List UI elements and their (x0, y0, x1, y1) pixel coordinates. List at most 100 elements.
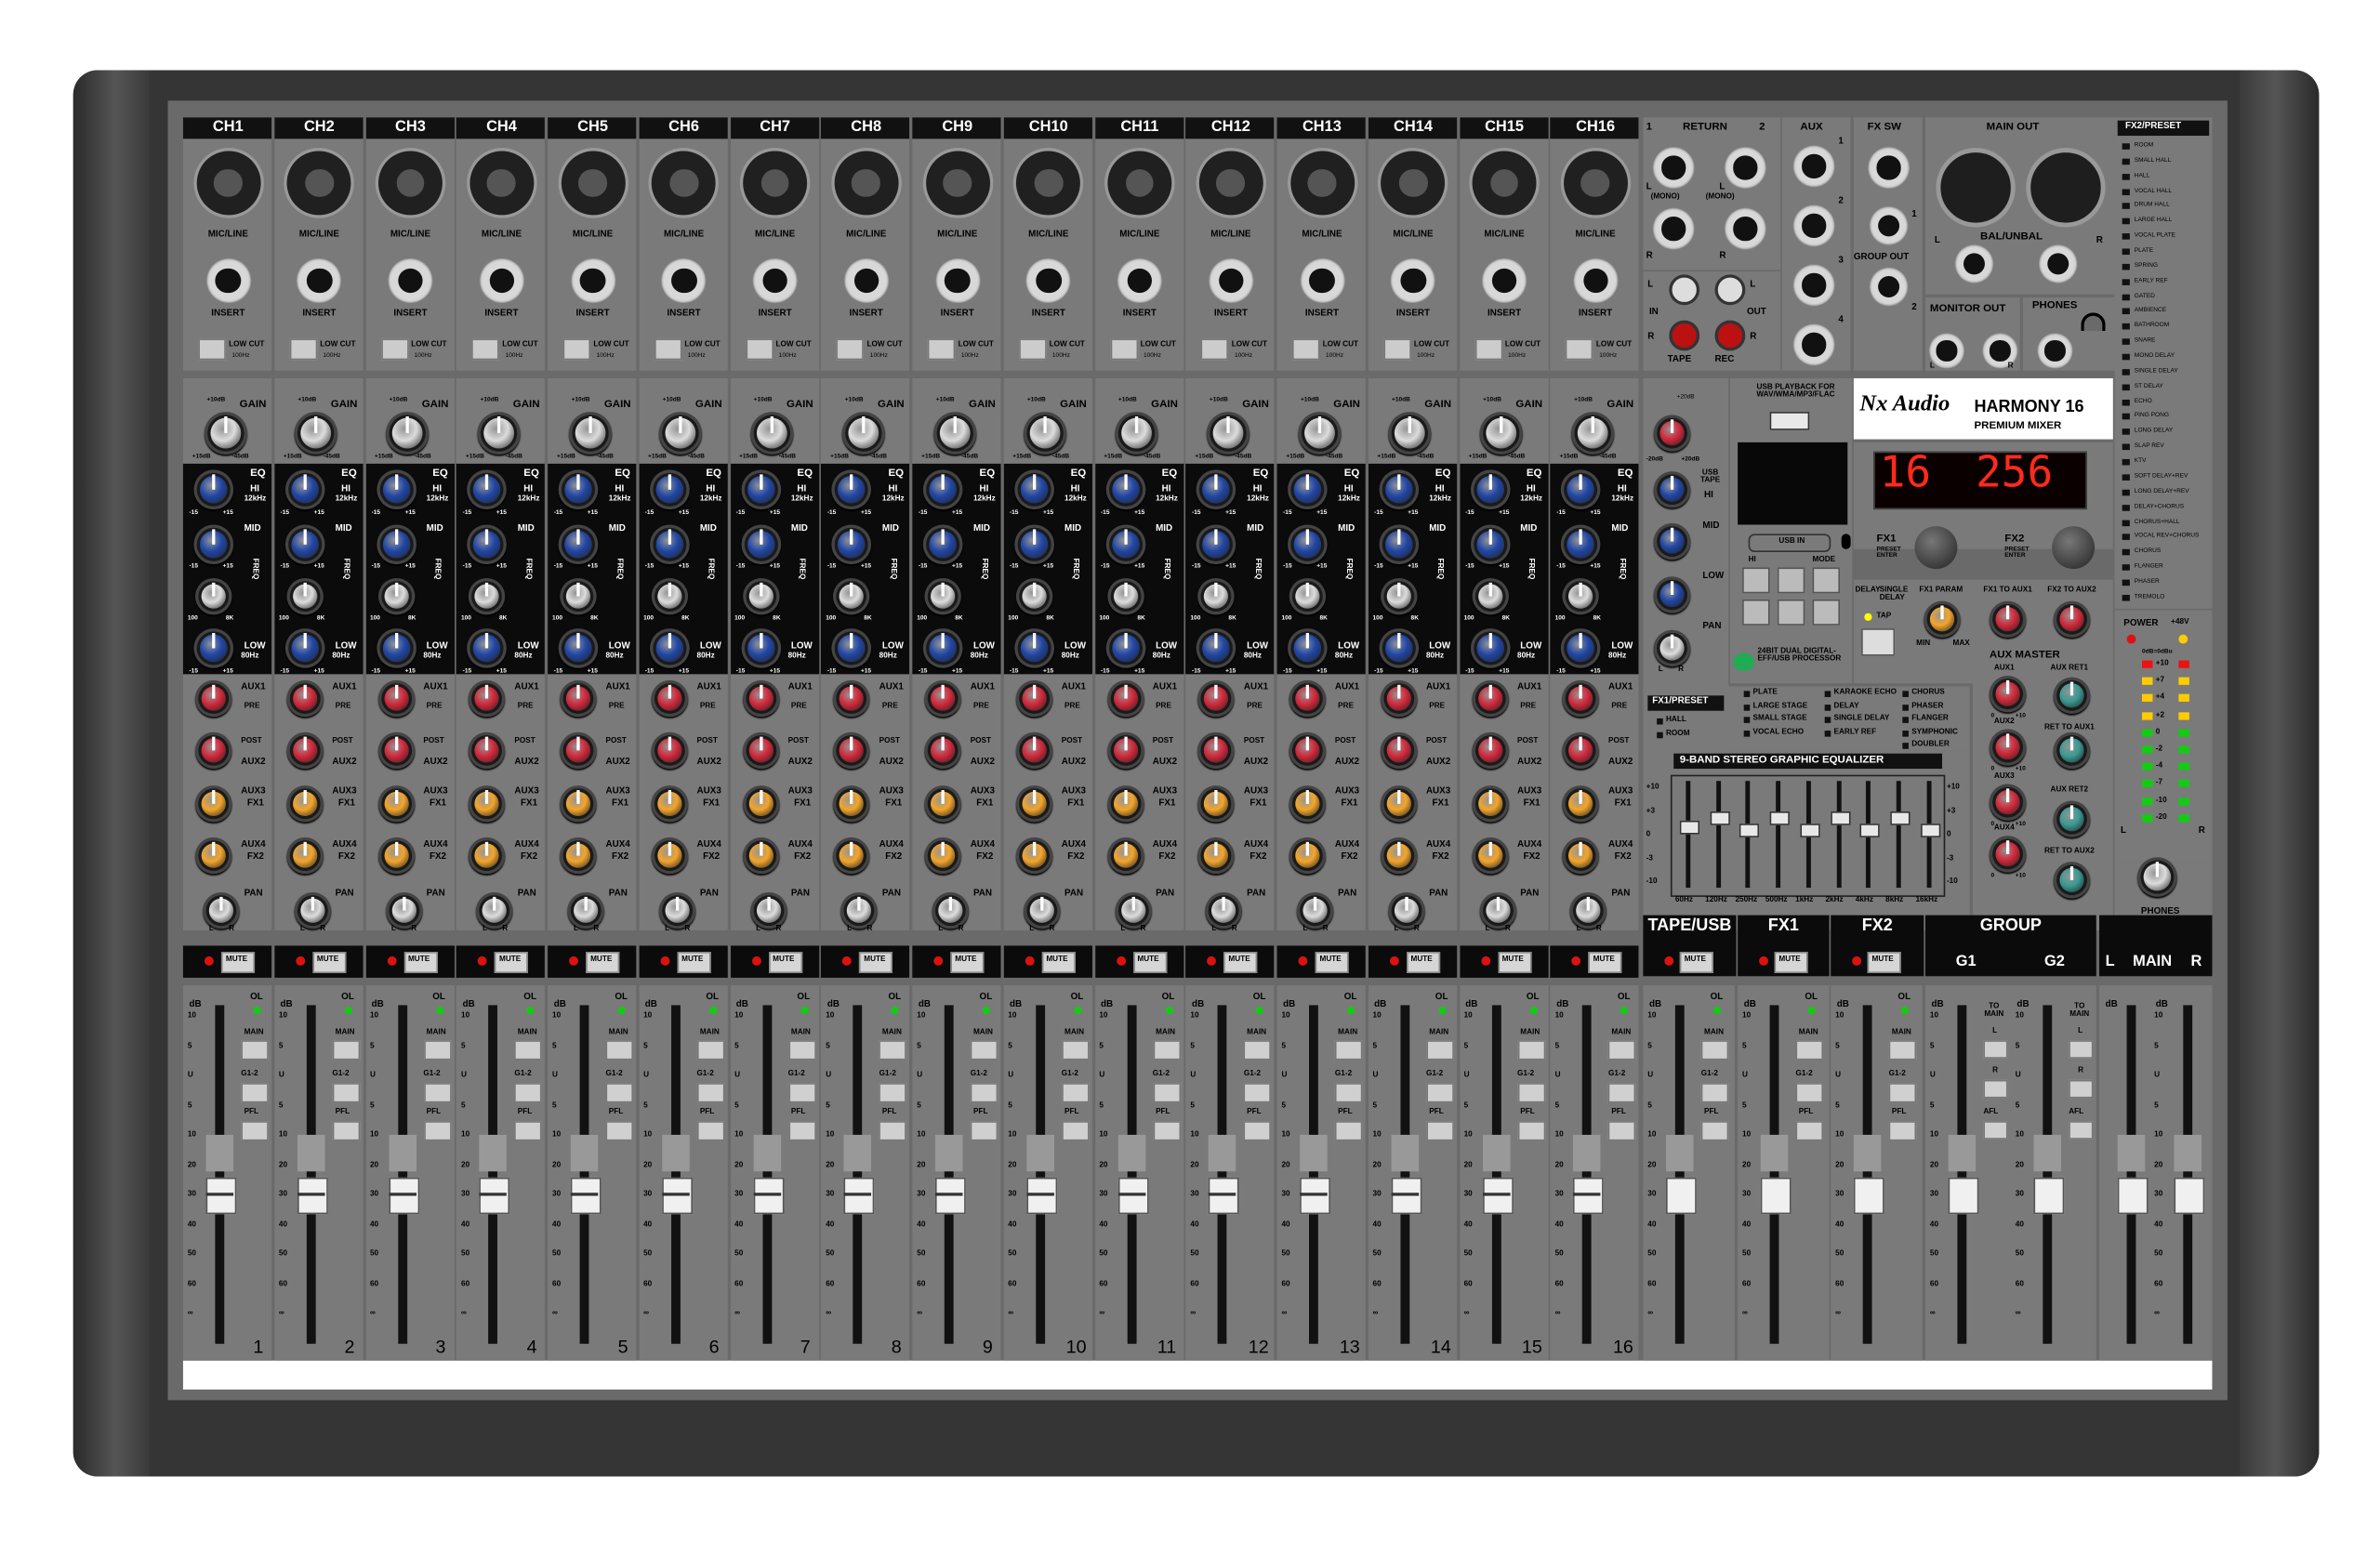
usb-transport-button-2[interactable] (1777, 567, 1805, 594)
channel-2-low-cut-button[interactable] (289, 338, 317, 361)
channel-11-main-button[interactable] (1152, 1040, 1181, 1061)
channel-11-pfl-button[interactable] (1152, 1121, 1181, 1141)
channel-9-pfl-button[interactable] (970, 1121, 998, 1141)
channel-8-pfl-button[interactable] (879, 1121, 907, 1141)
channel-12-pfl-button[interactable] (1243, 1121, 1272, 1141)
channel-14-low-cut-button[interactable] (1382, 338, 1411, 361)
tape-in-r-rca[interactable] (1669, 320, 1700, 351)
channel-3-g12-button[interactable] (423, 1083, 451, 1103)
g2-afl-button[interactable] (2069, 1121, 2094, 1140)
channel-16-pfl-button[interactable] (1608, 1121, 1636, 1141)
main-l-fader-cap[interactable] (2117, 1177, 2149, 1215)
channel-1-g12-button[interactable] (241, 1083, 269, 1103)
channel-10-main-button[interactable] (1061, 1040, 1090, 1061)
channel-12-g12-button[interactable] (1243, 1083, 1272, 1103)
channel-1-low-cut-button[interactable] (198, 338, 226, 361)
channel-13-g12-button[interactable] (1334, 1083, 1363, 1103)
usb-transport-button-1[interactable] (1742, 567, 1770, 594)
g1-to-main-r-button[interactable] (1983, 1079, 2008, 1099)
g2-fader-cap[interactable] (2033, 1177, 2065, 1215)
main-out-r-xlr[interactable] (2026, 148, 2106, 228)
g2-to-main-r-button[interactable] (2069, 1079, 2094, 1099)
usb-transport-button-6[interactable] (1812, 599, 1841, 626)
channel-12-low-cut-button[interactable] (1200, 338, 1229, 361)
main-r-fader-cap[interactable] (2174, 1177, 2205, 1215)
fx1-pfl-button[interactable] (1795, 1121, 1824, 1141)
geq-band-5-slider[interactable] (1800, 824, 1820, 837)
fx2-g12-button[interactable] (1888, 1083, 1917, 1103)
geq-band-3-slider[interactable] (1739, 824, 1760, 837)
channel-10-low-cut-button[interactable] (1018, 338, 1047, 361)
channel-3-low-cut-button[interactable] (380, 338, 408, 361)
channel-15-main-button[interactable] (1516, 1040, 1545, 1061)
channel-15-low-cut-button[interactable] (1474, 338, 1502, 361)
channel-1-pfl-button[interactable] (241, 1121, 269, 1141)
channel-14-g12-button[interactable] (1425, 1083, 1454, 1103)
channel-5-low-cut-button[interactable] (562, 338, 591, 361)
channel-2-g12-button[interactable] (332, 1083, 360, 1103)
channel-12-main-button[interactable] (1243, 1040, 1272, 1061)
tape-usb-pfl-button[interactable] (1700, 1121, 1729, 1141)
rec-out-l-rca[interactable] (1714, 274, 1746, 306)
geq-band-1-slider[interactable] (1679, 820, 1700, 835)
channel-7-pfl-button[interactable] (787, 1121, 816, 1141)
fx1-fader-cap[interactable] (1760, 1177, 1792, 1215)
channel-6-main-button[interactable] (696, 1040, 725, 1061)
tape-usb-fader-cap[interactable] (1665, 1177, 1697, 1215)
fx2-pfl-button[interactable] (1888, 1121, 1917, 1141)
channel-14-main-button[interactable] (1425, 1040, 1454, 1061)
channel-6-g12-button[interactable] (696, 1083, 725, 1103)
channel-9-main-button[interactable] (970, 1040, 998, 1061)
geq-band-8-slider[interactable] (1890, 811, 1911, 825)
fx2-encoder[interactable] (2052, 526, 2096, 570)
channel-2-pfl-button[interactable] (332, 1121, 360, 1141)
tape-usb-g12-button[interactable] (1700, 1083, 1729, 1103)
channel-9-g12-button[interactable] (970, 1083, 998, 1103)
channel-8-g12-button[interactable] (879, 1083, 907, 1103)
channel-2-main-button[interactable] (332, 1040, 360, 1061)
channel-8-main-button[interactable] (879, 1040, 907, 1061)
tape-usb-main-button[interactable] (1700, 1040, 1729, 1061)
fx1-main-button[interactable] (1795, 1040, 1824, 1061)
channel-6-low-cut-button[interactable] (654, 338, 682, 361)
geq-band-2-slider[interactable] (1710, 811, 1730, 825)
fx1-g12-button[interactable] (1795, 1083, 1824, 1103)
channel-7-low-cut-button[interactable] (745, 338, 774, 361)
channel-7-g12-button[interactable] (787, 1083, 816, 1103)
channel-16-g12-button[interactable] (1608, 1083, 1636, 1103)
channel-6-pfl-button[interactable] (696, 1121, 725, 1141)
channel-16-low-cut-button[interactable] (1566, 338, 1593, 361)
geq-band-9-slider[interactable] (1920, 824, 1940, 837)
channel-1-main-button[interactable] (241, 1040, 269, 1061)
channel-14-pfl-button[interactable] (1425, 1121, 1454, 1141)
tape-in-l-rca[interactable] (1669, 274, 1700, 306)
g1-fader-cap[interactable] (1948, 1177, 1979, 1215)
channel-8-low-cut-button[interactable] (836, 338, 865, 361)
channel-16-main-button[interactable] (1608, 1040, 1636, 1061)
channel-4-g12-button[interactable] (514, 1083, 542, 1103)
fx2-main-button[interactable] (1888, 1040, 1917, 1061)
channel-5-main-button[interactable] (605, 1040, 634, 1061)
channel-3-pfl-button[interactable] (423, 1121, 451, 1141)
usb-port[interactable] (1769, 412, 1810, 430)
channel-11-g12-button[interactable] (1152, 1083, 1181, 1103)
channel-13-main-button[interactable] (1334, 1040, 1363, 1061)
channel-10-pfl-button[interactable] (1061, 1121, 1090, 1141)
channel-4-main-button[interactable] (514, 1040, 542, 1061)
fx2-fader-cap[interactable] (1853, 1177, 1884, 1215)
g1-afl-button[interactable] (1983, 1121, 2008, 1140)
channel-15-g12-button[interactable] (1516, 1083, 1545, 1103)
channel-4-pfl-button[interactable] (514, 1121, 542, 1141)
geq-band-6-slider[interactable] (1830, 811, 1850, 825)
tap-button[interactable] (1861, 628, 1896, 656)
fx1-encoder[interactable] (1914, 526, 1958, 570)
channel-11-low-cut-button[interactable] (1109, 338, 1138, 361)
usb-transport-button-5[interactable] (1777, 599, 1805, 626)
channel-7-main-button[interactable] (787, 1040, 816, 1061)
channel-4-low-cut-button[interactable] (471, 338, 500, 361)
channel-3-main-button[interactable] (423, 1040, 451, 1061)
rec-out-r-rca[interactable] (1714, 320, 1746, 351)
channel-15-pfl-button[interactable] (1516, 1121, 1545, 1141)
channel-5-g12-button[interactable] (605, 1083, 634, 1103)
geq-band-4-slider[interactable] (1769, 811, 1791, 825)
